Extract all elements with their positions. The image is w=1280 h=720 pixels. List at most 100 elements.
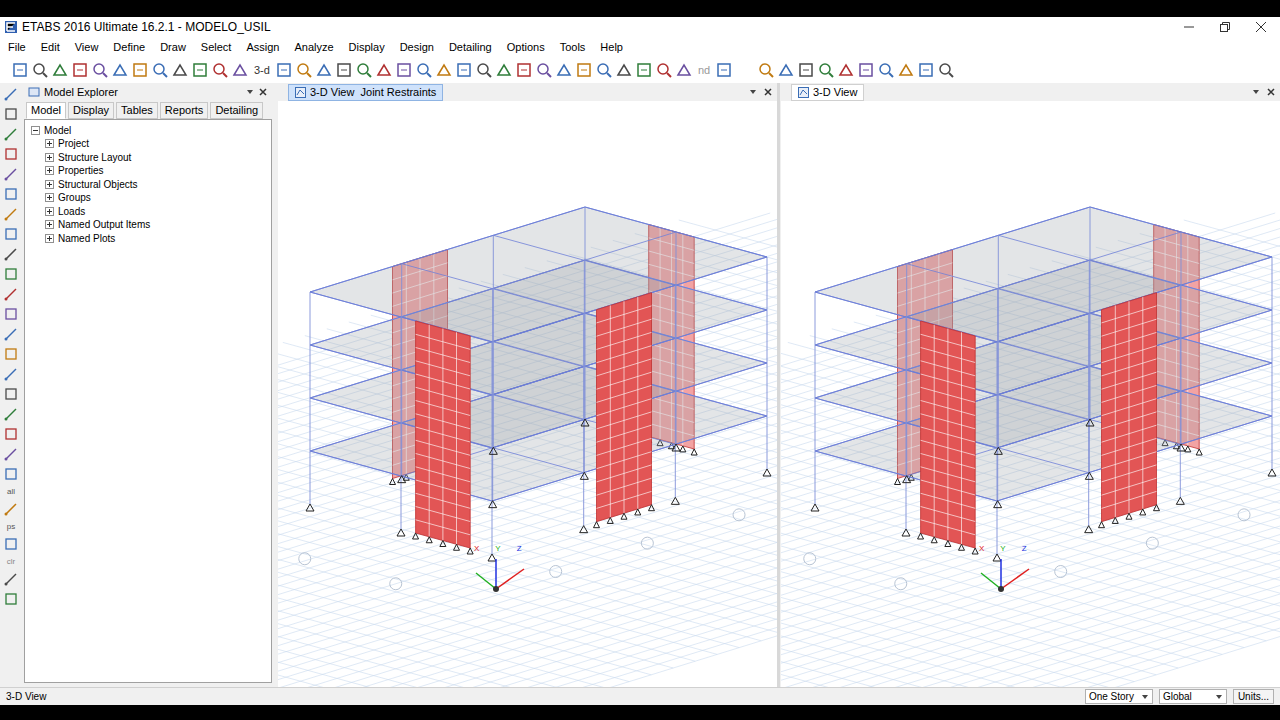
- restore-icon[interactable]: [1220, 22, 1230, 32]
- panel-menu-icon[interactable]: [246, 88, 254, 96]
- toolbar-tool-icon[interactable]: [818, 62, 834, 78]
- toolbar-tool-icon[interactable]: [898, 62, 914, 78]
- toolbar-tool-icon[interactable]: [376, 62, 392, 78]
- tree-item[interactable]: Named Output Items: [25, 218, 271, 232]
- view-title[interactable]: 3-D View Joint Restraints: [310, 84, 436, 101]
- explorer-tab[interactable]: Detailing: [210, 102, 263, 119]
- expand-icon[interactable]: [45, 166, 54, 175]
- toolbar-tool-icon[interactable]: [276, 62, 292, 78]
- toolbar-tool-icon[interactable]: [798, 62, 814, 78]
- toolbar-tool-icon[interactable]: [436, 62, 452, 78]
- toolbar-tool-icon[interactable]: [72, 62, 88, 78]
- tree-label[interactable]: Structural Objects: [58, 178, 137, 191]
- draw-tool-icon[interactable]: [4, 167, 18, 181]
- menu-item[interactable]: Analyze: [294, 39, 333, 55]
- toolbar-tool-icon[interactable]: [336, 62, 352, 78]
- view-canvas[interactable]: XYZ: [781, 101, 1280, 687]
- clear-select-button[interactable]: clr: [7, 557, 15, 566]
- draw-tool-icon[interactable]: [4, 537, 18, 551]
- draw-tool-icon[interactable]: [4, 572, 18, 586]
- menu-item[interactable]: Design: [400, 39, 434, 55]
- select-all-button[interactable]: all: [7, 487, 15, 496]
- structure-3d-model[interactable]: [278, 101, 777, 687]
- menu-item[interactable]: View: [75, 39, 99, 55]
- menu-item[interactable]: File: [8, 39, 26, 55]
- tree-item[interactable]: Properties: [25, 164, 271, 178]
- tree-item[interactable]: Project: [25, 137, 271, 151]
- toolbar-tool-icon[interactable]: [778, 62, 794, 78]
- close-icon[interactable]: [763, 87, 773, 97]
- draw-tool-icon[interactable]: [4, 592, 18, 606]
- draw-tool-icon[interactable]: [4, 287, 18, 301]
- explorer-tab[interactable]: Model: [26, 102, 66, 119]
- toolbar-tool-icon[interactable]: [192, 62, 208, 78]
- dropdown-icon[interactable]: [1141, 693, 1149, 701]
- tree-label[interactable]: Named Output Items: [58, 218, 150, 231]
- close-icon[interactable]: [258, 87, 268, 97]
- toolbar-tool-icon[interactable]: [556, 62, 572, 78]
- tree-root[interactable]: Model: [25, 124, 271, 137]
- menu-item[interactable]: Tools: [560, 39, 586, 55]
- previous-select-button[interactable]: ps: [7, 522, 15, 531]
- toolbar-tool-icon[interactable]: [172, 62, 188, 78]
- draw-tool-icon[interactable]: [4, 447, 18, 461]
- toolbar-tool-icon[interactable]: [536, 62, 552, 78]
- tree-item[interactable]: Groups: [25, 191, 271, 205]
- view-3d-button[interactable]: 3-d: [252, 62, 272, 79]
- status-dropdown[interactable]: Global: [1159, 689, 1227, 704]
- toolbar-tool-icon[interactable]: [918, 62, 934, 78]
- toolbar-tool-icon[interactable]: [758, 62, 774, 78]
- draw-tool-icon[interactable]: [4, 467, 18, 481]
- toolbar-tool-icon[interactable]: [878, 62, 894, 78]
- explorer-tab[interactable]: Reports: [160, 102, 209, 119]
- toolbar-tool-icon[interactable]: [12, 62, 28, 78]
- tree-label[interactable]: Project: [58, 137, 89, 150]
- toolbar-tool-icon[interactable]: [356, 62, 372, 78]
- toolbar-tool-icon[interactable]: [716, 62, 732, 78]
- dropdown-value[interactable]: One Story: [1089, 689, 1134, 704]
- draw-tool-icon[interactable]: [4, 347, 18, 361]
- draw-tool-icon[interactable]: [4, 307, 18, 321]
- menu-item[interactable]: Detailing: [449, 39, 492, 55]
- toolbar-tool-icon[interactable]: [516, 62, 532, 78]
- toolbar-tool-icon[interactable]: [52, 62, 68, 78]
- draw-tool-icon[interactable]: [4, 387, 18, 401]
- units-button[interactable]: Units...: [1233, 689, 1274, 704]
- draw-tool-icon[interactable]: [4, 247, 18, 261]
- toolbar-tool-icon[interactable]: [396, 62, 412, 78]
- toolbar-tool-icon[interactable]: [596, 62, 612, 78]
- draw-tool-icon[interactable]: [4, 147, 18, 161]
- toolbar-tool-icon[interactable]: [676, 62, 692, 78]
- menu-item[interactable]: Edit: [41, 39, 60, 55]
- toolbar-tool-icon[interactable]: [616, 62, 632, 78]
- menu-item[interactable]: Assign: [246, 39, 279, 55]
- tree-label[interactable]: Named Plots: [58, 232, 115, 245]
- toolbar-tool-icon[interactable]: [232, 62, 248, 78]
- draw-tool-icon[interactable]: [4, 427, 18, 441]
- view-tab[interactable]: 3-D View Joint Restraints: [288, 84, 443, 101]
- menu-item[interactable]: Help: [600, 39, 623, 55]
- toolbar-tool-icon[interactable]: [212, 62, 228, 78]
- toolbar-tool-icon[interactable]: [636, 62, 652, 78]
- draw-tool-icon[interactable]: [4, 407, 18, 421]
- toolbar-tool-icon[interactable]: [316, 62, 332, 78]
- toolbar-tool-icon[interactable]: [416, 62, 432, 78]
- toolbar-tool-icon[interactable]: [938, 62, 954, 78]
- minimize-icon[interactable]: [1184, 22, 1194, 32]
- close-window-icon[interactable]: [1256, 22, 1266, 32]
- tree-item[interactable]: Named Plots: [25, 232, 271, 246]
- tree-label[interactable]: Model: [44, 124, 71, 137]
- menu-item[interactable]: Select: [201, 39, 232, 55]
- expand-icon[interactable]: [45, 193, 54, 202]
- toolbar-tool-icon[interactable]: [456, 62, 472, 78]
- draw-tool-icon[interactable]: [4, 207, 18, 221]
- units-label[interactable]: Units...: [1238, 689, 1269, 704]
- close-icon[interactable]: [1266, 87, 1276, 97]
- tree-item[interactable]: Loads: [25, 205, 271, 219]
- toolbar-tool-icon[interactable]: [576, 62, 592, 78]
- dropdown-icon[interactable]: [1215, 693, 1223, 701]
- tree-item[interactable]: Structural Objects: [25, 178, 271, 192]
- toolbar-tool-icon[interactable]: [476, 62, 492, 78]
- draw-tool-icon[interactable]: [4, 227, 18, 241]
- expand-icon[interactable]: [45, 180, 54, 189]
